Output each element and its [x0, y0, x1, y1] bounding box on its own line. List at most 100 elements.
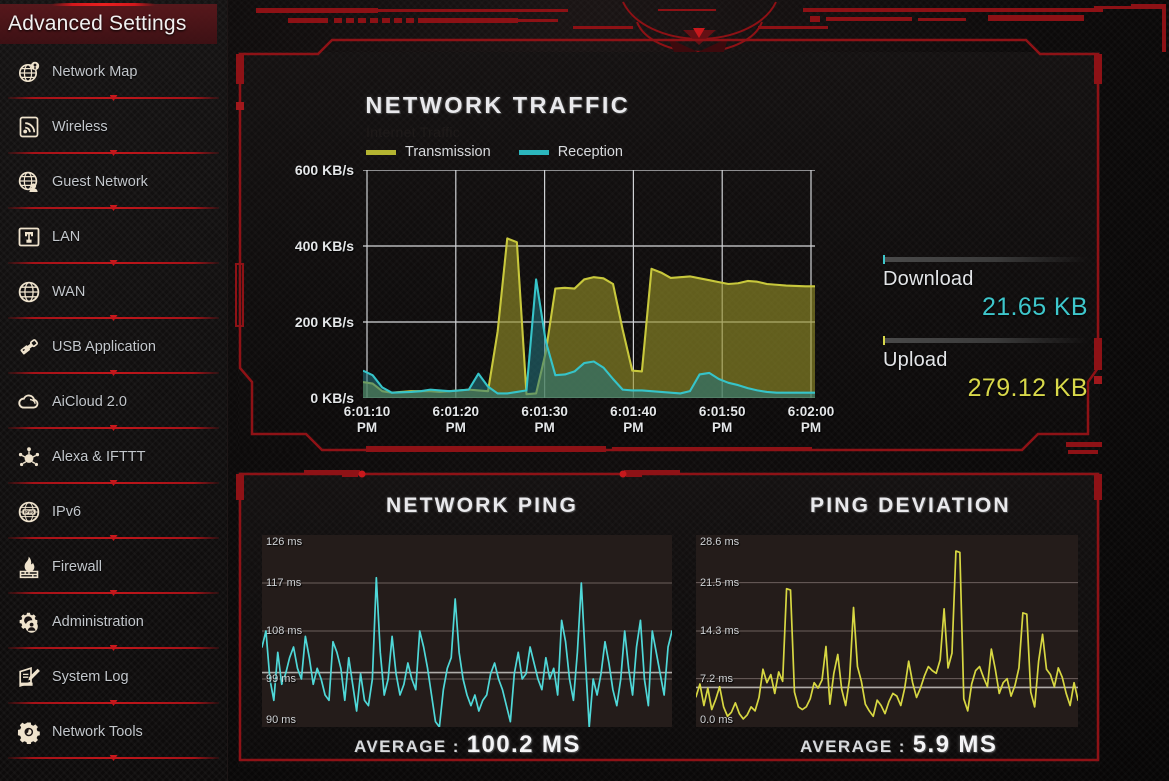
- ampm-text: PM: [712, 420, 733, 435]
- download-bar-cap: [883, 255, 885, 264]
- legend-label: Reception: [557, 144, 623, 160]
- gear-person-icon: [14, 608, 44, 636]
- traffic-y-tick-label: 600 KB/s: [294, 162, 354, 178]
- sidebar-item-wireless[interactable]: Wireless: [0, 99, 227, 154]
- sidebar-item-wan[interactable]: WAN: [0, 264, 227, 319]
- ping-deviation-plot: 28.6 ms 21.5 ms 14.3 ms 7.2 ms 0.0 ms: [696, 535, 1078, 727]
- sidebar-item-ipv6[interactable]: IPV6 IPv6: [0, 484, 227, 539]
- download-bar: [883, 255, 1088, 264]
- sidebar-item-network-map[interactable]: Network Map: [0, 44, 227, 99]
- ping-deviation-title: PING DEVIATION: [810, 494, 1011, 517]
- traffic-chart-svg: [363, 170, 815, 398]
- sidebar-item-network-tools[interactable]: Network Tools: [0, 704, 227, 759]
- sidebar-item-aicloud-2-0[interactable]: AiCloud 2.0: [0, 374, 227, 429]
- download-stat-block: Download 21.65 KB: [883, 255, 1088, 322]
- ping-deviation-average-value: 5.9 MS: [912, 731, 998, 758]
- sidebar-item-system-log[interactable]: System Log: [0, 649, 227, 704]
- ampm-text: PM: [623, 420, 644, 435]
- ampm-text: PM: [445, 420, 466, 435]
- wan-globe-icon: [14, 278, 44, 306]
- traffic-y-tick-label: 200 KB/s: [294, 313, 354, 330]
- traffic-x-tick-label: 6:01:50 PM: [699, 404, 746, 436]
- traffic-x-tick-label: 6:01:10 PM: [344, 404, 391, 436]
- time-text: 6:02:00: [787, 404, 835, 419]
- wireless-icon: [14, 113, 44, 141]
- sidebar-item-lan[interactable]: LAN: [0, 209, 227, 264]
- network-map-icon: [14, 58, 44, 86]
- network-ping-plot: 126 ms 117 ms 108 ms 99 ms 90 ms: [262, 535, 672, 727]
- network-ping-average-row: AVERAGE : 100.2 MS: [354, 731, 581, 759]
- system-log-icon: [14, 663, 44, 691]
- ping-deviation-average-label: AVERAGE :: [800, 737, 906, 756]
- cloud-icon: [14, 388, 44, 416]
- sidebar-item-usb-application[interactable]: USB Application: [0, 319, 227, 374]
- download-label: Download: [883, 268, 974, 290]
- sidebar-item-label: Network Map: [52, 63, 138, 80]
- legend-swatch-reception: [518, 149, 549, 155]
- network-ping-title: NETWORK PING: [386, 494, 579, 517]
- sidebar-item-label: Alexa & IFTTT: [52, 448, 146, 465]
- ping-deviation-average-row: AVERAGE : 5.9 MS: [800, 731, 997, 759]
- traffic-chart-plot: 0 KB/s 200 KB/s 400 KB/s 600 KB/s 6:01:10 PM 6…: [295, 162, 834, 435]
- sidebar-nav-list: Network Map Wireless Guest Network LAN WAN US…: [0, 44, 227, 759]
- lan-icon: [14, 223, 44, 251]
- sidebar-item-label: Administration: [52, 613, 144, 630]
- time-text: 6:01:40: [610, 404, 657, 419]
- sidebar-item-label: USB Application: [52, 338, 156, 355]
- ping-deviation-svg: [696, 550, 1078, 720]
- sidebar-item-label: Firewall: [52, 558, 102, 575]
- traffic-x-tick-label: 6:01:20 PM: [433, 404, 480, 436]
- sidebar: Advanced Settings Network Map Wireless Gue…: [0, 0, 228, 781]
- guest-network-icon: [14, 168, 44, 196]
- download-value: 21.65 KB: [981, 293, 1088, 321]
- network-traffic-subtitle: Internet Traffic: [366, 124, 461, 140]
- main-content: NETWORK TRAFFIC Internet Traffic Transmi…: [228, 0, 1169, 781]
- svg-text:IPV6: IPV6: [24, 509, 34, 514]
- legend-swatch-transmission: [366, 149, 396, 155]
- ampm-text: PM: [356, 420, 378, 435]
- ping-panels-container: NETWORK PING 126 ms 117 ms 108 ms 99 ms 90 m…: [236, 470, 1102, 767]
- upload-label: Upload: [883, 349, 948, 371]
- sidebar-item-label: LAN: [52, 228, 81, 245]
- network-ping-average-label: AVERAGE :: [354, 737, 460, 756]
- sidebar-item-label: System Log: [52, 668, 129, 685]
- network-ping-svg: [262, 576, 672, 727]
- sidebar-item-label: AiCloud 2.0: [52, 393, 127, 410]
- traffic-stats: Download 21.65 KB Upload 279.12 KB: [883, 255, 1088, 403]
- sidebar-item-label: Guest Network: [52, 173, 148, 190]
- sidebar-item-firewall[interactable]: Firewall: [0, 539, 227, 594]
- network-ping-average-value: 100.2 MS: [466, 731, 581, 758]
- ampm-text: PM: [534, 420, 555, 435]
- network-tools-gear-icon: [14, 718, 44, 746]
- hud-decoration-top: [256, 1, 1166, 52]
- sidebar-item-administration[interactable]: Administration: [0, 594, 227, 649]
- traffic-x-tick-label: 6:02:00 PM: [788, 404, 835, 436]
- sidebar-item-label: WAN: [52, 283, 86, 300]
- sidebar-item-alexa-ifttt[interactable]: Alexa & IFTTT: [0, 429, 227, 484]
- legend-entry-transmission: Transmission: [366, 144, 491, 160]
- time-text: 6:01:10: [343, 404, 391, 419]
- advanced-settings-title: Advanced Settings: [8, 12, 187, 35]
- traffic-y-tick-label: 400 KB/s: [294, 237, 354, 254]
- time-text: 6:01:30: [521, 404, 568, 419]
- firewall-flame-icon: [14, 553, 44, 581]
- time-text: 6:01:20: [432, 404, 480, 419]
- sidebar-item-guest-network[interactable]: Guest Network: [0, 154, 227, 209]
- app-root: Advanced Settings Network Map Wireless Gue…: [0, 0, 1169, 781]
- upload-stat-block: Upload 279.12 KB: [883, 336, 1088, 403]
- network-traffic-panel: NETWORK TRAFFIC Internet Traffic Transmi…: [235, 38, 1102, 454]
- upload-bar-cap: [883, 336, 885, 345]
- sidebar-item-label: Network Tools: [52, 723, 143, 740]
- legend-label: Transmission: [405, 144, 491, 160]
- network-traffic-title: NETWORK TRAFFIC: [365, 92, 631, 118]
- usb-icon: [14, 333, 44, 361]
- legend-entry-reception: Reception: [518, 144, 623, 160]
- sidebar-item-label: Wireless: [52, 118, 108, 135]
- traffic-legend: Transmission Reception: [366, 144, 623, 160]
- advanced-settings-header: Advanced Settings: [0, 3, 217, 44]
- alexa-ifttt-icon: [14, 443, 44, 471]
- ipv6-icon: IPV6: [14, 498, 44, 526]
- upload-value: 279.12 KB: [967, 374, 1088, 402]
- ampm-text: PM: [800, 420, 822, 435]
- time-text: 6:01:50: [698, 404, 746, 419]
